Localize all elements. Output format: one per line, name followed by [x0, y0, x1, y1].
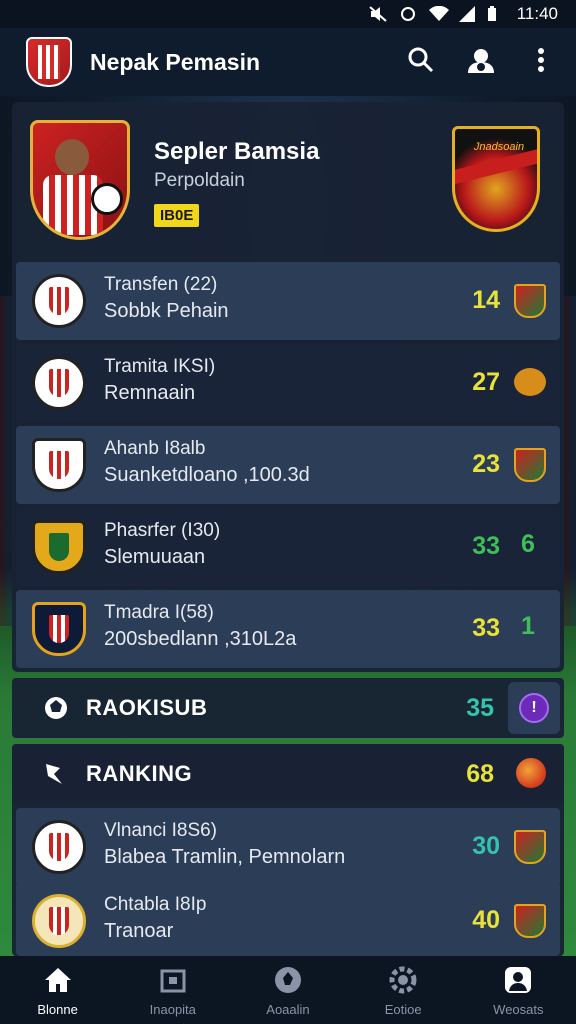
signal-icon — [458, 6, 475, 22]
account-button[interactable] — [466, 47, 496, 77]
ranking-detail: Blabea Tramlin, Pemnolarn — [104, 846, 346, 868]
nav-label: Eotioe — [384, 1001, 422, 1017]
player-subtitle: Perpoldain — [154, 170, 245, 191]
section-ranking[interactable]: RANKING 68 — [12, 744, 564, 804]
section-value: 68 — [466, 760, 494, 788]
wifi-icon — [428, 5, 449, 22]
info-icon: ! — [519, 693, 549, 723]
section-value: 35 — [466, 694, 494, 722]
trophy-icon — [42, 760, 70, 788]
club-logo — [32, 602, 86, 656]
transfer-value: 23 — [472, 450, 500, 478]
transfer-value: 33 — [472, 532, 500, 560]
status-time: 11:40 — [516, 4, 558, 23]
nav-label: Inaopita — [149, 1001, 196, 1017]
transfer-extra: 6 — [521, 530, 535, 558]
club-badge-icon — [514, 904, 546, 938]
info-button[interactable]: ! — [508, 682, 560, 734]
nav-profile[interactable]: Weosats — [463, 964, 573, 1017]
player-card: Sepler Bamsia Perpoldain IB0E Jnadsoain … — [12, 102, 564, 672]
club-logo — [32, 274, 86, 328]
opponent-crest: Jnadsoain — [452, 126, 540, 232]
ranking-title: Vlnanci I8S6) — [104, 820, 218, 841]
nav-label: Aoaalin — [266, 1001, 310, 1017]
more-button[interactable] — [526, 47, 556, 77]
rank-orb-icon — [516, 758, 546, 788]
transfer-extra: 1 — [521, 612, 535, 640]
status-bar: 11:40 — [0, 0, 576, 28]
transfer-title: Phasrfer (I30) — [104, 520, 221, 541]
club-logo — [32, 438, 86, 492]
profile-icon — [502, 964, 534, 996]
club-logo — [32, 820, 86, 874]
more-vert-icon — [537, 47, 545, 78]
transfer-row[interactable]: Transfen (22) Sobbk Pehain 14 — [16, 262, 560, 340]
nav-settings[interactable]: Eotioe — [348, 964, 458, 1017]
player-crest — [30, 120, 130, 240]
ranking-row[interactable]: Vlnanci I8S6) Blabea Tramlin, Pemnolarn … — [16, 808, 560, 886]
nav-matches[interactable]: Aoaalin — [233, 964, 343, 1017]
ranking-row[interactable]: Chtabla I8Ip Tranoar 40 — [16, 882, 560, 956]
club-logo — [32, 520, 86, 574]
transfer-row[interactable]: Phasrfer (I30) Slemuuaan 33 6 — [16, 508, 560, 586]
ranking-detail: Tranoar — [104, 920, 174, 942]
player-badge: IB0E — [154, 204, 200, 227]
transfer-value: 14 — [472, 286, 500, 314]
transfer-row[interactable]: Ahanb I8alb Suanketdloano ,100.3d 23 — [16, 426, 560, 504]
ranking-title: Chtabla I8Ip — [104, 894, 207, 915]
search-button[interactable] — [406, 47, 436, 77]
transfer-title: Tmadra I(58) — [104, 602, 214, 623]
club-badge-icon — [514, 284, 546, 318]
transfer-title: Ahanb I8alb — [104, 438, 206, 459]
transfer-detail: Sobbk Pehain — [104, 300, 229, 322]
ball-icon — [272, 964, 304, 996]
club-badge-icon — [514, 830, 546, 864]
nav-label: Weosats — [493, 1001, 544, 1017]
app-title: Nepak Pemasin — [90, 48, 261, 75]
transfer-detail: Suanketdloano ,100.3d — [104, 464, 310, 486]
transfer-detail: Remnaain — [104, 382, 196, 404]
account-icon — [466, 47, 496, 78]
section-label: RANKING — [86, 761, 193, 786]
alarm-icon — [399, 6, 417, 22]
nav-home[interactable]: Blonne — [3, 964, 113, 1017]
transfer-title: Tramita IKSI) — [104, 356, 216, 377]
search-icon — [408, 47, 434, 78]
player-header[interactable]: Sepler Bamsia Perpoldain IB0E Jnadsoain — [12, 102, 564, 260]
battery-icon — [487, 6, 505, 22]
section-raokisub[interactable]: RAOKISUB 35 ! — [12, 678, 564, 738]
club-badge-icon — [514, 448, 546, 482]
transfer-detail: Slemuuaan — [104, 546, 206, 568]
app-bar: Nepak Pemasin — [0, 28, 576, 96]
calendar-icon — [157, 964, 189, 996]
nav-schedule[interactable]: Inaopita — [118, 964, 228, 1017]
home-icon — [42, 964, 74, 996]
nav-label: Blonne — [37, 1001, 78, 1017]
transfer-detail: 200sbedlann ,310L2a — [104, 628, 297, 650]
ranking-card: RANKING 68 Vlnanci I8S6) Blabea Tramlin,… — [12, 744, 564, 956]
club-logo — [32, 894, 86, 948]
player-name: Sepler Bamsia — [154, 138, 320, 165]
ship-badge-icon — [514, 368, 546, 396]
club-logo — [32, 356, 86, 410]
ball-icon — [42, 694, 70, 722]
ranking-value: 40 — [472, 906, 500, 934]
transfer-row[interactable]: Tramita IKSI) Remnaain 27 — [16, 344, 560, 422]
section-label: RAOKISUB — [86, 695, 208, 720]
transfer-value: 33 — [472, 614, 500, 642]
app-logo — [26, 37, 72, 87]
mute-icon — [369, 6, 387, 22]
transfer-value: 27 — [472, 368, 500, 396]
transfer-row[interactable]: Tmadra I(58) 200sbedlann ,310L2a 33 1 — [16, 590, 560, 668]
gear-icon — [387, 964, 419, 996]
transfer-title: Transfen (22) — [104, 274, 218, 295]
bottom-nav: Blonne Inaopita Aoaalin Eotioe Weosats — [0, 956, 576, 1024]
ranking-value: 30 — [472, 832, 500, 860]
